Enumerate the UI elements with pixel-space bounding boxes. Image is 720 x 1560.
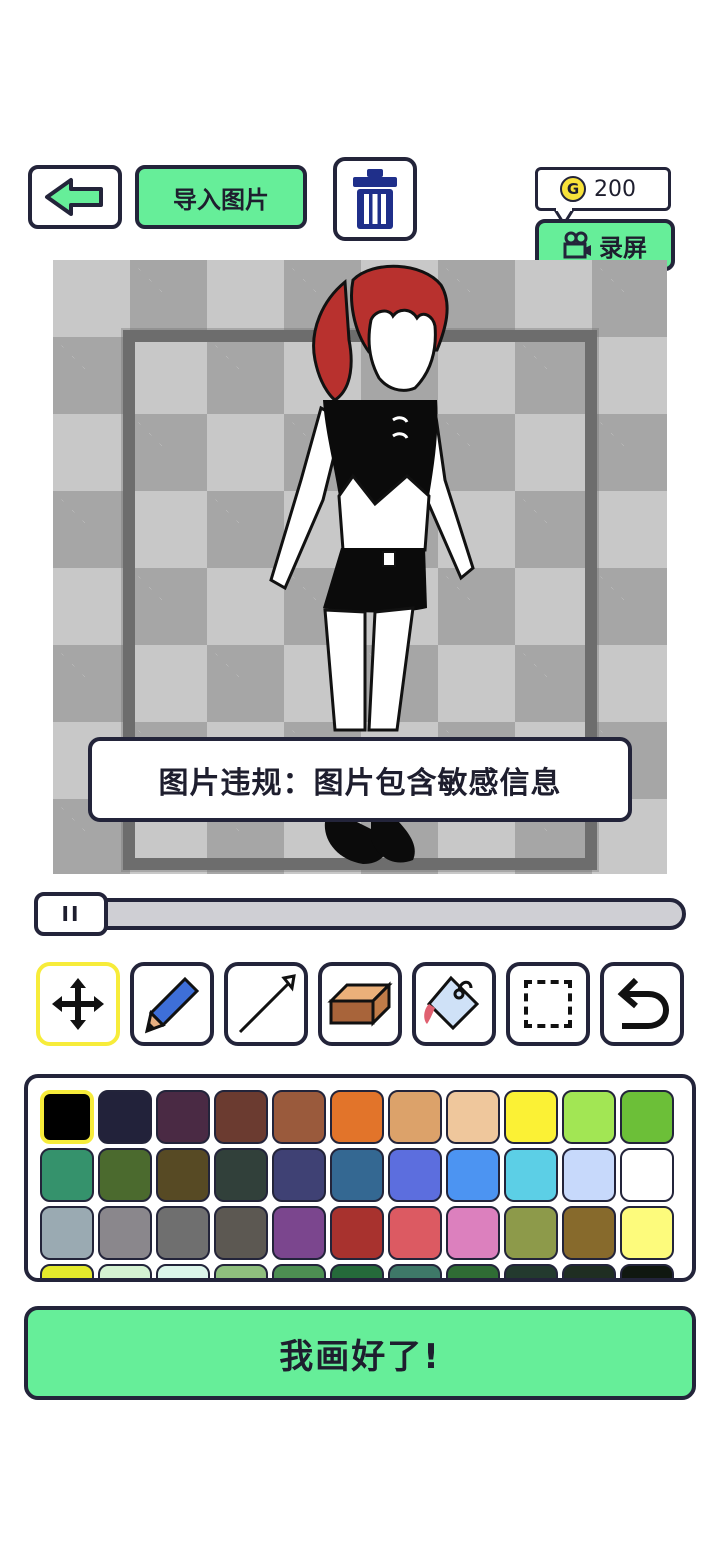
move-arrows-icon <box>52 978 104 1030</box>
pencil-tool-button[interactable] <box>130 962 214 1046</box>
import-image-label: 导入图片 <box>173 185 269 214</box>
color-swatch[interactable] <box>620 1148 674 1202</box>
color-swatch[interactable] <box>156 1206 210 1260</box>
slider-thumb[interactable]: II <box>34 892 108 936</box>
line-tool-button[interactable] <box>224 962 308 1046</box>
coin-icon: G <box>560 176 586 202</box>
violation-toast: 图片违规：图片包含敏感信息 <box>88 737 632 822</box>
import-image-button[interactable]: 导入图片 <box>135 165 307 229</box>
color-swatch[interactable] <box>98 1090 152 1144</box>
color-swatch[interactable] <box>388 1090 442 1144</box>
color-swatch[interactable] <box>98 1206 152 1260</box>
color-swatch[interactable] <box>388 1148 442 1202</box>
color-swatch[interactable] <box>98 1264 152 1278</box>
color-swatch[interactable] <box>214 1206 268 1260</box>
color-swatch[interactable] <box>156 1090 210 1144</box>
pencil-icon <box>144 976 200 1034</box>
color-swatch[interactable] <box>446 1264 500 1278</box>
line-icon <box>238 974 296 1034</box>
color-swatch[interactable] <box>562 1148 616 1202</box>
color-swatch[interactable] <box>620 1264 674 1278</box>
color-swatch[interactable] <box>620 1090 674 1144</box>
color-swatch[interactable] <box>562 1090 616 1144</box>
trash-icon <box>353 169 397 229</box>
color-swatch[interactable] <box>156 1148 210 1202</box>
color-swatch[interactable] <box>214 1264 268 1278</box>
back-button[interactable] <box>28 165 122 229</box>
color-swatch[interactable] <box>330 1264 384 1278</box>
eraser-tool-button[interactable] <box>318 962 402 1046</box>
coin-badge: G <box>566 180 580 198</box>
color-swatch[interactable] <box>562 1264 616 1278</box>
fill-tool-button[interactable] <box>412 962 496 1046</box>
video-camera-icon <box>563 231 591 259</box>
color-swatch[interactable] <box>446 1206 500 1260</box>
color-swatch[interactable] <box>40 1264 94 1278</box>
color-swatch[interactable] <box>330 1090 384 1144</box>
color-swatch[interactable] <box>214 1148 268 1202</box>
undo-button[interactable] <box>600 962 684 1046</box>
color-swatch[interactable] <box>272 1206 326 1260</box>
color-swatch[interactable] <box>446 1148 500 1202</box>
color-swatch[interactable] <box>504 1090 558 1144</box>
color-swatch[interactable] <box>40 1206 94 1260</box>
color-swatch[interactable] <box>156 1264 210 1278</box>
color-swatch[interactable] <box>272 1090 326 1144</box>
color-swatch[interactable] <box>214 1090 268 1144</box>
finish-drawing-label: 我画好了! <box>279 1336 441 1377</box>
slider-thumb-grip: II <box>61 902 81 926</box>
color-swatch[interactable] <box>562 1206 616 1260</box>
undo-icon <box>617 977 670 1029</box>
color-swatch[interactable] <box>272 1148 326 1202</box>
color-swatch[interactable] <box>40 1090 94 1144</box>
violation-message: 图片违规：图片包含敏感信息 <box>158 765 562 801</box>
coin-counter: G 200 <box>535 167 671 211</box>
paint-bucket-icon <box>424 975 480 1031</box>
delete-button[interactable] <box>333 157 417 241</box>
arrow-left-icon <box>45 178 103 216</box>
select-tool-button[interactable] <box>506 962 590 1046</box>
color-swatch[interactable] <box>330 1206 384 1260</box>
color-swatch[interactable] <box>388 1264 442 1278</box>
color-swatch[interactable] <box>446 1090 500 1144</box>
color-swatch[interactable] <box>620 1206 674 1260</box>
color-palette <box>24 1074 696 1282</box>
move-tool-button[interactable] <box>36 962 120 1046</box>
color-swatch[interactable] <box>504 1206 558 1260</box>
eraser-icon <box>327 981 393 1027</box>
color-swatch[interactable] <box>98 1148 152 1202</box>
color-swatch[interactable] <box>272 1264 326 1278</box>
record-screen-label: 录屏 <box>599 233 647 262</box>
color-swatch[interactable] <box>388 1206 442 1260</box>
selection-box-icon <box>524 980 572 1028</box>
brush-size-slider[interactable] <box>34 898 686 930</box>
color-swatch[interactable] <box>504 1264 558 1278</box>
coin-value: 200 <box>594 176 636 202</box>
finish-drawing-button[interactable]: 我画好了! <box>24 1306 696 1400</box>
color-swatch[interactable] <box>330 1148 384 1202</box>
color-swatch[interactable] <box>40 1148 94 1202</box>
color-swatch[interactable] <box>504 1148 558 1202</box>
